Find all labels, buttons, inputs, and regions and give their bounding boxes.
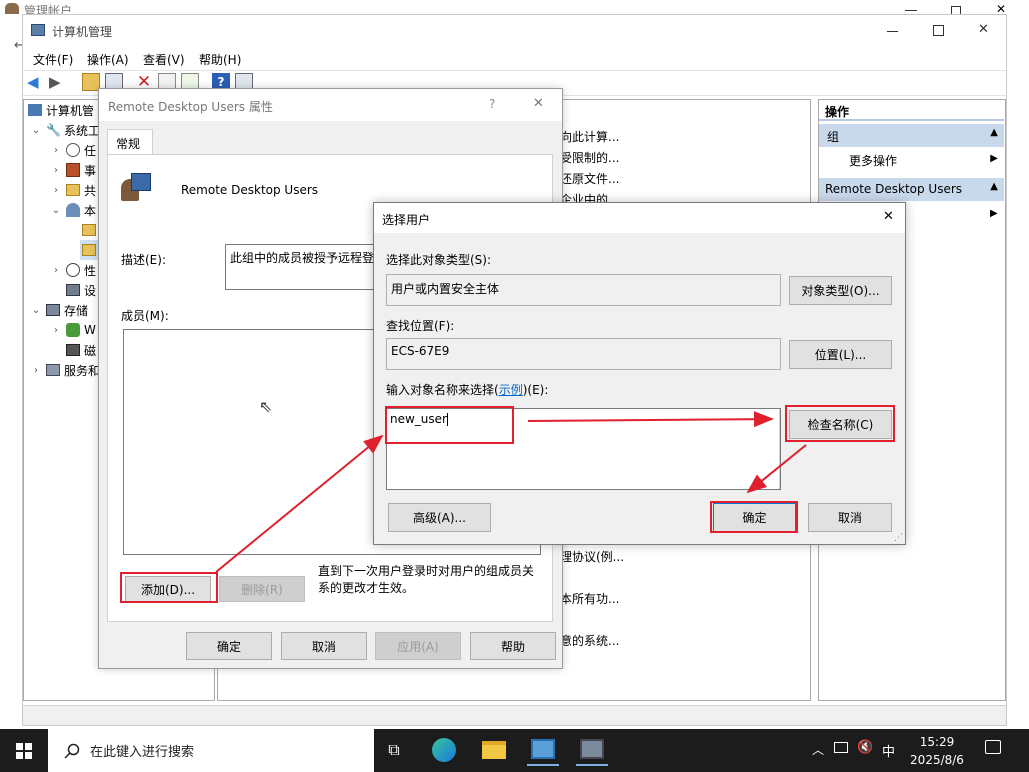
notification-icon[interactable] — [985, 740, 1001, 754]
server-manager-icon[interactable] — [527, 734, 559, 766]
taskbar-search[interactable]: 在此键入进行搜索 — [48, 729, 374, 772]
show-hidden-icons-icon[interactable]: ︿ — [812, 741, 824, 758]
annotation-arrow-input-to-check — [527, 411, 774, 428]
annotation-arrows — [215, 411, 807, 573]
start-button[interactable] — [0, 729, 48, 772]
volume-muted-icon[interactable]: 🔇 — [857, 740, 873, 755]
annotation-arrow-add-to-input — [215, 434, 384, 573]
file-explorer-icon[interactable] — [478, 734, 510, 766]
windows-logo-icon — [16, 742, 32, 759]
task-view-icon[interactable]: ⧉ — [378, 734, 410, 766]
network-icon[interactable] — [834, 742, 848, 753]
ime-indicator[interactable]: 中 — [882, 741, 895, 760]
computer-management-taskbar-icon[interactable] — [576, 734, 608, 766]
search-placeholder: 在此键入进行搜索 — [90, 745, 195, 760]
search-icon — [64, 743, 80, 759]
clock-time: 15:29 — [919, 735, 955, 749]
clock[interactable]: 15:29 2025/8/6 — [903, 733, 971, 769]
clock-date: 2025/8/6 — [910, 753, 964, 767]
annotation-arrow-check-to-ok — [746, 444, 807, 494]
edge-browser-icon[interactable] — [428, 734, 460, 766]
